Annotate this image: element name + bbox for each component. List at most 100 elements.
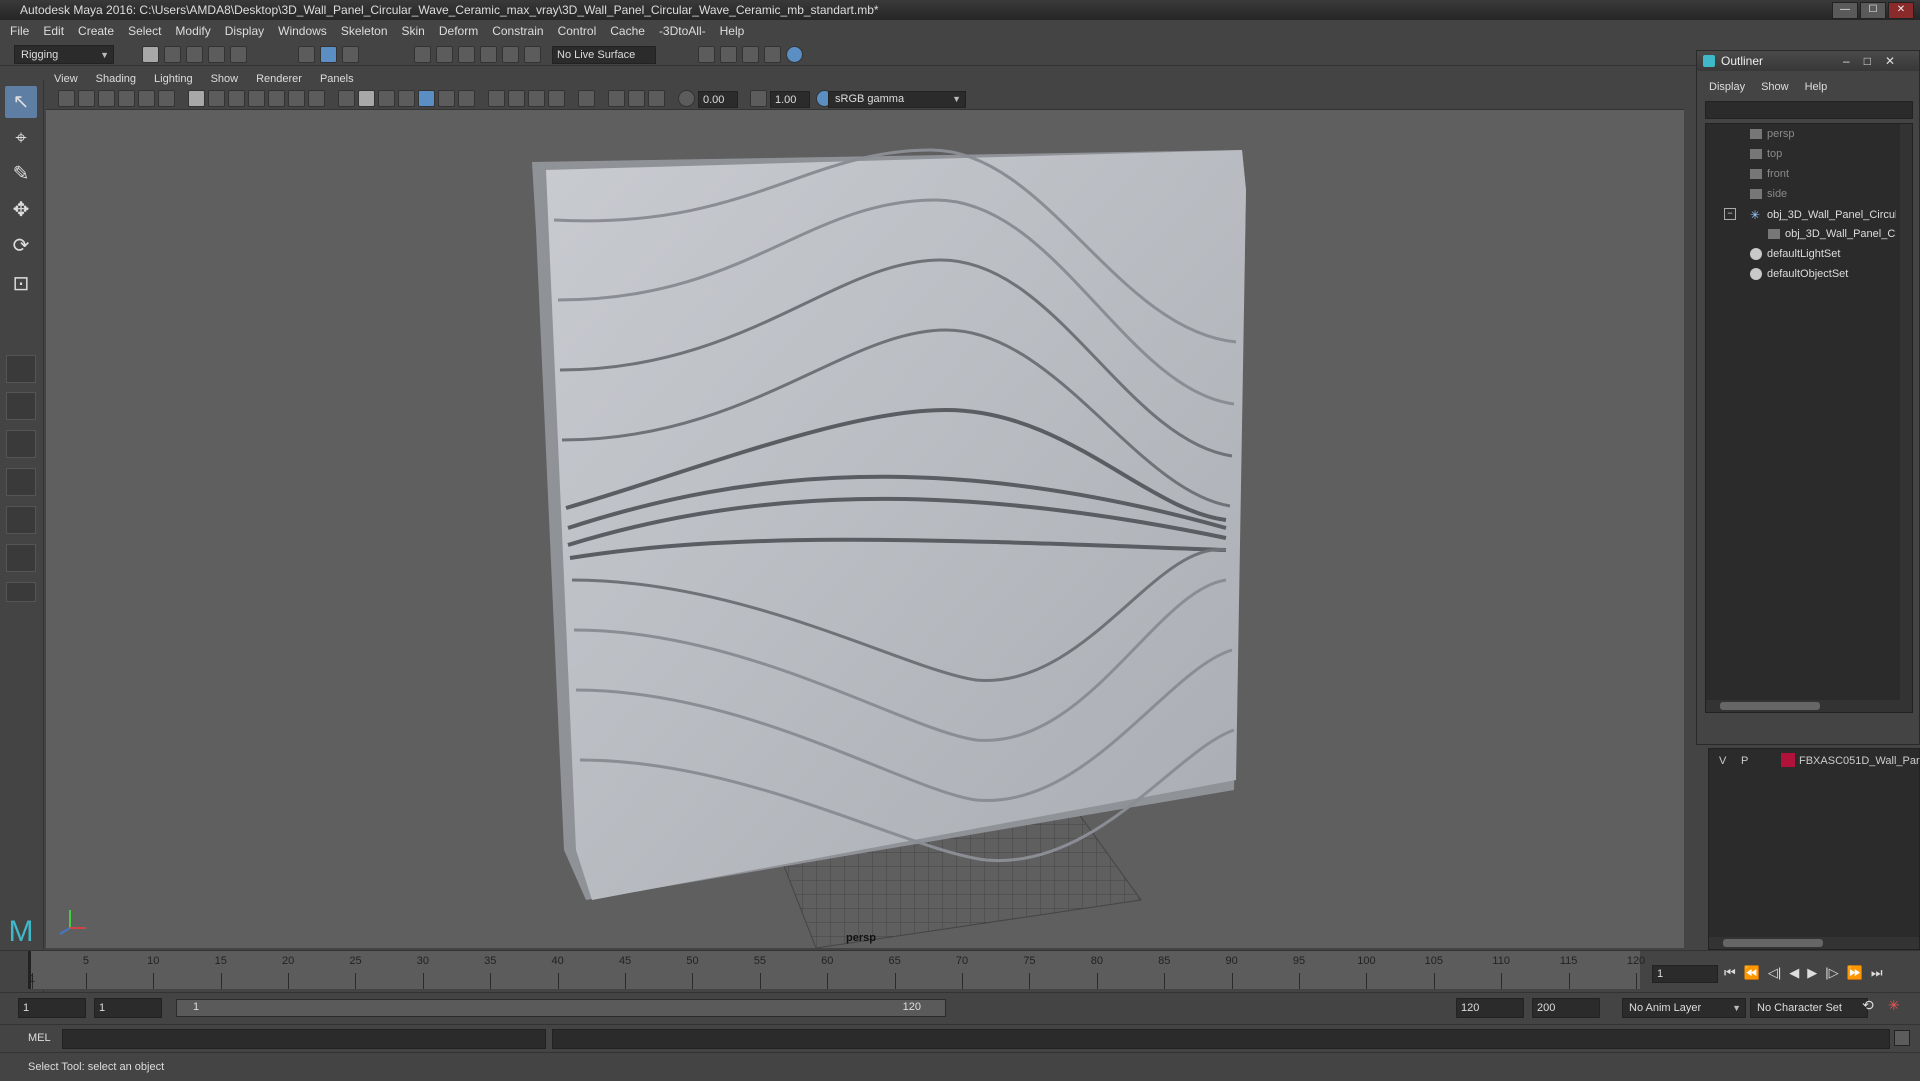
gamma-icon[interactable] <box>750 90 767 107</box>
exposure-field[interactable]: 0.00 <box>698 91 738 108</box>
two-view-layout-icon[interactable] <box>6 544 36 572</box>
image-plane-icon[interactable] <box>118 90 135 107</box>
lasso-tool-icon[interactable]: ⌖ <box>5 122 37 154</box>
wireframe-icon[interactable] <box>338 90 355 107</box>
character-set-dropdown[interactable]: No Character Set <box>1750 998 1868 1018</box>
shadows-icon[interactable] <box>458 90 475 107</box>
camera-select-icon[interactable] <box>58 90 75 107</box>
playback-end-field[interactable]: 120 <box>1456 998 1524 1018</box>
outliner-search-input[interactable] <box>1705 101 1913 119</box>
hypershade-icon[interactable] <box>786 46 803 63</box>
ipr-render-icon[interactable] <box>742 46 759 63</box>
gamma-field[interactable]: 1.00 <box>770 91 810 108</box>
step-back-key-icon[interactable]: ⏪ <box>1744 965 1760 981</box>
anti-aliasing-icon[interactable] <box>528 90 545 107</box>
outliner-menu-item[interactable]: Show <box>1761 81 1789 99</box>
menu-item[interactable]: Deform <box>439 24 478 38</box>
step-forward-key-icon[interactable]: ⏩ <box>1847 965 1863 981</box>
xray-active-icon[interactable] <box>628 90 645 107</box>
play-backwards-icon[interactable]: ◀ <box>1789 965 1799 981</box>
motion-blur-icon[interactable] <box>508 90 525 107</box>
outliner-item[interactable]: obj_3D_Wall_Panel_Ci <box>1768 228 1896 240</box>
outliner-item[interactable]: side <box>1750 188 1896 200</box>
close-button[interactable]: ✕ <box>1888 2 1914 19</box>
field-chart-icon[interactable] <box>268 90 285 107</box>
hypershade-layout-icon[interactable] <box>6 506 36 534</box>
color-space-dropdown[interactable]: sRGB gamma ▼ <box>828 91 966 108</box>
xray-icon[interactable] <box>608 90 625 107</box>
safe-title-icon[interactable] <box>308 90 325 107</box>
depth-of-field-icon[interactable] <box>548 90 565 107</box>
bookmark-icon[interactable] <box>98 90 115 107</box>
range-slider[interactable]: 1 120 <box>176 999 946 1017</box>
viewport-menu-item[interactable]: Lighting <box>154 73 193 85</box>
outliner-item[interactable]: persp <box>1750 128 1896 140</box>
smooth-shade-icon[interactable] <box>358 90 375 107</box>
minimize-button[interactable]: — <box>1832 2 1858 19</box>
snap-curve-icon[interactable] <box>436 46 453 63</box>
snap-surface-icon[interactable] <box>502 46 519 63</box>
outliner-item[interactable]: front <box>1750 168 1896 180</box>
isolate-select-icon[interactable] <box>578 90 595 107</box>
layer-name[interactable]: FBXASC051D_Wall_Par <box>1799 755 1920 767</box>
safe-action-icon[interactable] <box>288 90 305 107</box>
current-frame-field[interactable]: 1 <box>1652 965 1718 983</box>
new-scene-icon[interactable] <box>142 46 159 63</box>
viewport-menu-item[interactable]: Panels <box>320 73 354 85</box>
menu-item[interactable]: Skeleton <box>341 24 388 38</box>
textured-icon[interactable] <box>418 90 435 107</box>
time-ruler[interactable]: 1 5 10 15 20 25 30 35 40 45 50 55 60 65 70 75 80 85 90 95 10… <box>28 951 1645 989</box>
menu-item[interactable]: Cache <box>610 24 645 38</box>
menu-item[interactable]: Windows <box>278 24 327 38</box>
command-input[interactable] <box>62 1029 546 1049</box>
anim-layer-dropdown[interactable]: No Anim Layer ▼ <box>1622 998 1746 1018</box>
render-frame-icon[interactable] <box>720 46 737 63</box>
command-language-label[interactable]: MEL <box>28 1032 51 1044</box>
four-view-layout-icon[interactable] <box>6 392 36 420</box>
single-view-layout-icon[interactable] <box>6 355 36 383</box>
undo-icon[interactable] <box>208 46 225 63</box>
paint-select-tool-icon[interactable]: ✎ <box>5 158 37 190</box>
outliner-vertical-scrollbar[interactable] <box>1900 124 1912 712</box>
outliner-scroll-thumb[interactable] <box>1720 702 1820 710</box>
outliner-window-controls-icon[interactable]: –□✕ <box>1843 51 1909 71</box>
snap-grid-icon[interactable] <box>414 46 431 63</box>
menu-item[interactable]: Help <box>720 24 745 38</box>
menu-item[interactable]: -3DtoAll- <box>659 24 706 38</box>
use-all-lights-icon[interactable] <box>438 90 455 107</box>
render-settings-icon[interactable] <box>764 46 781 63</box>
wall-panel-mesh[interactable] <box>532 148 1246 900</box>
outliner-list[interactable]: persp top front side ✳ obj_3D_Wall_Panel_Circ… <box>1705 123 1913 713</box>
layer-playback-toggle[interactable]: P <box>1741 755 1748 767</box>
live-surface-field[interactable]: No Live Surface <box>552 46 656 64</box>
film-gate-icon[interactable] <box>208 90 225 107</box>
menu-item[interactable]: Constrain <box>492 24 543 38</box>
script-editor-icon[interactable] <box>1894 1030 1910 1046</box>
animation-preferences-icon[interactable]: ✳ <box>1888 997 1900 1014</box>
scale-tool-icon[interactable]: ⊡ <box>5 268 37 300</box>
select-tool-icon[interactable]: ↖ <box>5 86 37 118</box>
play-forwards-icon[interactable]: ▶ <box>1807 965 1817 981</box>
gate-mask-icon[interactable] <box>248 90 265 107</box>
playback-start-field[interactable]: 1 <box>94 998 162 1018</box>
more-layouts-icon[interactable] <box>6 582 36 602</box>
go-to-end-icon[interactable]: ⏭ <box>1871 965 1883 981</box>
snap-point-icon[interactable] <box>458 46 475 63</box>
layer-visibility-toggle[interactable]: V <box>1719 755 1726 767</box>
persp-outliner-layout-icon[interactable] <box>6 430 36 458</box>
step-forward-frame-icon[interactable]: |▷ <box>1825 965 1838 981</box>
outliner-horizontal-scrollbar[interactable] <box>1706 700 1912 712</box>
snap-projected-icon[interactable] <box>524 46 541 63</box>
perspective-viewport[interactable]: persp <box>46 110 1684 948</box>
resolution-gate-icon[interactable] <box>228 90 245 107</box>
outliner-menu-item[interactable]: Help <box>1805 81 1828 99</box>
select-component-icon[interactable] <box>342 46 359 63</box>
move-tool-icon[interactable]: ✥ <box>5 194 37 226</box>
persp-graph-layout-icon[interactable] <box>6 468 36 496</box>
time-slider[interactable]: 1 5 10 15 20 25 30 35 40 45 50 55 60 65 70 75 80 85 90 95 10… <box>0 950 1920 990</box>
outliner-item[interactable]: ✳ obj_3D_Wall_Panel_Circula <box>1750 208 1896 222</box>
mode-dropdown[interactable]: Rigging ▼ <box>14 45 114 64</box>
menu-item[interactable]: Edit <box>43 24 64 38</box>
menu-item[interactable]: Control <box>558 24 597 38</box>
camera-attributes-icon[interactable] <box>78 90 95 107</box>
